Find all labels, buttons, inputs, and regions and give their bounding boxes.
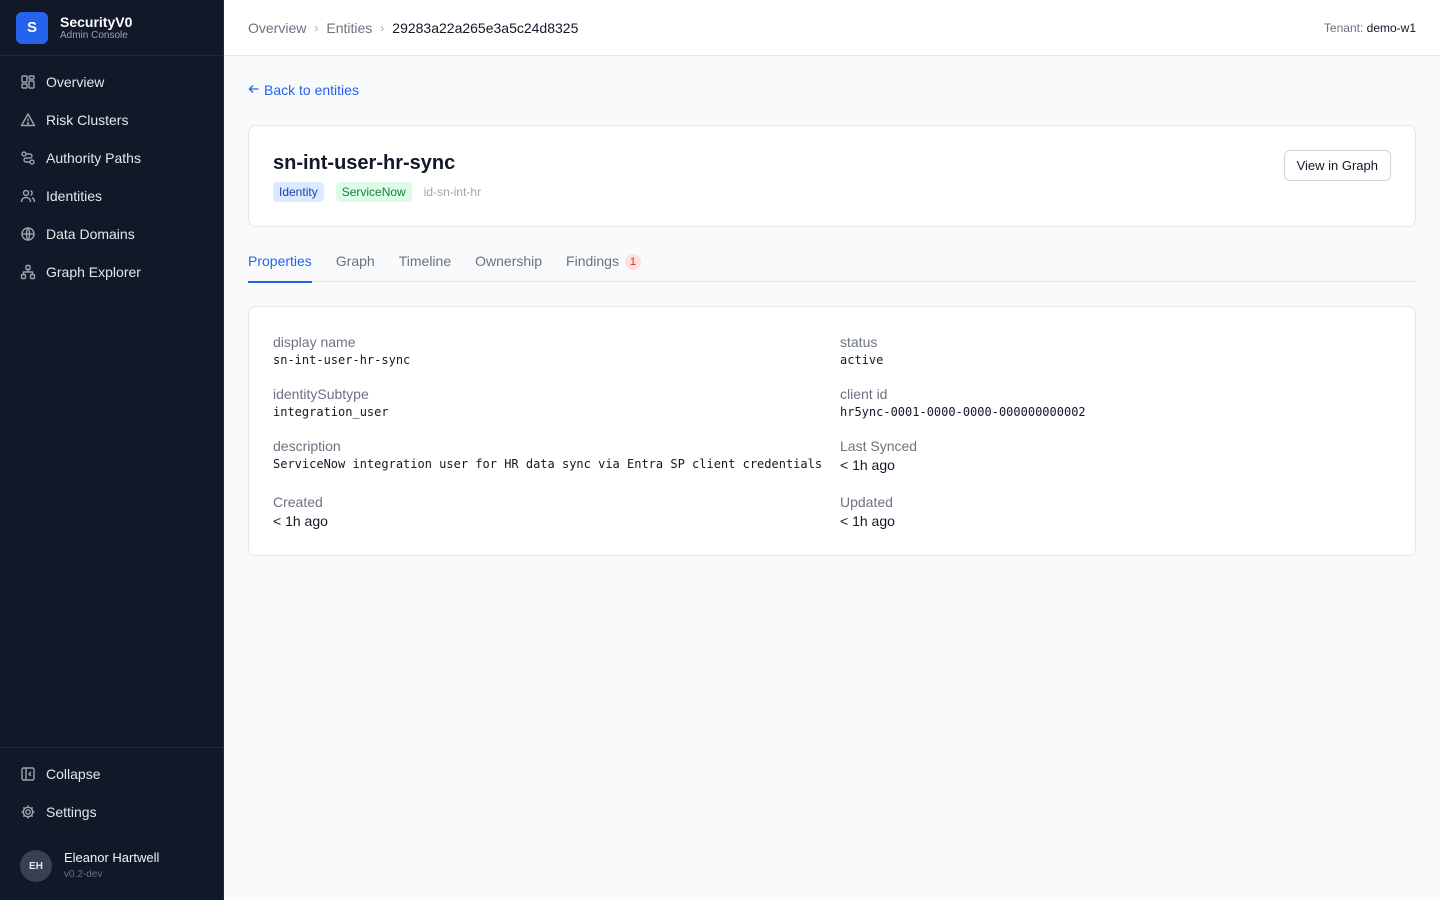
arrow-left-icon [248,82,260,98]
findings-count-badge: 1 [624,254,641,270]
settings-button[interactable]: Settings [0,793,223,831]
property-key: Created [273,494,323,510]
sidebar-item-label: Identities [46,188,103,204]
brand-title: SecurityV0 [60,13,133,30]
property-client-id: client id hr5ync-0001-0000-0000-00000000… [840,385,1086,421]
property-key: client id [840,386,888,402]
grid-icon [20,74,36,90]
breadcrumb-overview[interactable]: Overview [248,20,306,36]
tab-label: Graph [335,253,375,269]
property-key: identitySubtype [273,386,369,402]
sidebar-item-label: Risk Clusters [46,112,129,128]
app-version: v0.2-dev [64,869,103,880]
gear-icon [20,804,36,820]
brand-subtitle: Admin Console [60,29,128,41]
settings-label: Settings [46,804,97,820]
entity-badges: Identity ServiceNow id-sn-int-hr [273,182,481,202]
sidebar-item-data-domains[interactable]: Data Domains [0,215,223,253]
property-last-synced: Last Synced < 1h ago [840,437,917,475]
property-key: Last Synced [840,438,918,454]
sidebar-item-graph-explorer[interactable]: Graph Explorer [0,253,223,291]
tab-label: Findings [566,253,619,269]
sidebar-nav: Overview Risk Clusters Authority Paths I… [0,56,223,291]
brand[interactable]: S SecurityV0 Admin Console [0,0,223,56]
tab-findings[interactable]: Findings 1 [566,242,641,282]
chevron-right-icon: › [380,20,385,35]
sidebar-item-identities[interactable]: Identities [0,177,223,215]
property-value: sn-int-user-hr-sync [273,353,411,367]
tab-label: Timeline [398,253,452,269]
tab-ownership[interactable]: Ownership [475,242,542,282]
back-link-label: Back to entities [264,82,359,98]
sidebar-item-label: Data Domains [46,226,135,242]
property-description: description ServiceNow integration user … [273,437,822,473]
properties-card: display name sn-int-user-hr-sync status … [248,306,1416,556]
property-key: Updated [840,494,893,510]
property-identity-subtype: identitySubtype integration_user [273,385,389,421]
view-in-graph-button[interactable]: View in Graph [1283,150,1391,181]
entity-source-badge: ServiceNow [335,182,412,202]
network-icon [20,264,36,280]
property-key: description [273,438,341,454]
tenant-indicator: Tenant: demo-w1 [1324,21,1416,35]
entity-id: id-sn-int-hr [423,185,482,199]
avatar: EH [20,850,52,882]
topbar: Overview › Entities › 29283a22a265e3a5c2… [224,0,1440,56]
property-display-name: display name sn-int-user-hr-sync [273,333,410,369]
property-key: status [840,334,878,350]
back-link[interactable]: Back to entities [248,82,359,98]
tab-label: Properties [248,253,312,269]
globe-icon [20,226,36,242]
sidebar-footer: Collapse Settings EH Eleanor Hartwell v0… [0,747,223,900]
entity-header-card: sn-int-user-hr-sync Identity ServiceNow … [248,125,1416,227]
property-status: status active [840,333,883,369]
sidebar-item-label: Authority Paths [46,150,141,166]
collapse-button[interactable]: Collapse [0,755,223,793]
property-created: Created < 1h ago [273,493,328,531]
sidebar-item-authority-paths[interactable]: Authority Paths [0,139,223,177]
sidebar: S SecurityV0 Admin Console Overview Risk… [0,0,224,900]
tab-timeline[interactable]: Timeline [399,242,451,282]
tenant-value: demo-w1 [1366,20,1416,35]
breadcrumb: Overview › Entities › 29283a22a265e3a5c2… [248,20,578,36]
entity-type-badge: Identity [273,182,324,202]
tab-graph[interactable]: Graph [336,242,375,282]
collapse-sidebar-icon [20,766,36,782]
breadcrumb-current: 29283a22a265e3a5c24d8325 [392,19,579,36]
property-value: hr5ync-0001-0000-0000-000000000002 [840,405,1086,419]
property-value: integration_user [273,405,389,419]
user-profile[interactable]: EH Eleanor Hartwell v0.2-dev [0,838,223,894]
chevron-right-icon: › [314,20,319,35]
property-value: < 1h ago [273,513,328,529]
route-icon [20,150,36,166]
property-value: < 1h ago [840,513,895,529]
page-title: sn-int-user-hr-sync [273,152,456,174]
property-value: ServiceNow integration user for HR data … [273,457,823,471]
user-name: Eleanor Hartwell [64,850,160,865]
tenant-label: Tenant: [1323,20,1364,35]
users-icon [20,188,36,204]
sidebar-item-overview[interactable]: Overview [0,63,223,101]
property-key: display name [273,334,356,350]
warning-triangle-icon [20,112,36,128]
sidebar-item-label: Graph Explorer [46,264,141,280]
entity-tabs: Properties Graph Timeline Ownership Find… [248,242,1416,283]
brand-logo: S [16,11,48,44]
collapse-label: Collapse [46,766,101,782]
breadcrumb-entities[interactable]: Entities [326,20,372,36]
property-value: < 1h ago [840,457,895,473]
tab-properties[interactable]: Properties [248,242,312,283]
property-updated: Updated < 1h ago [840,493,895,531]
sidebar-item-label: Overview [46,74,105,90]
sidebar-item-risk-clusters[interactable]: Risk Clusters [0,101,223,139]
tab-label: Ownership [475,253,543,269]
property-value: active [840,353,884,367]
